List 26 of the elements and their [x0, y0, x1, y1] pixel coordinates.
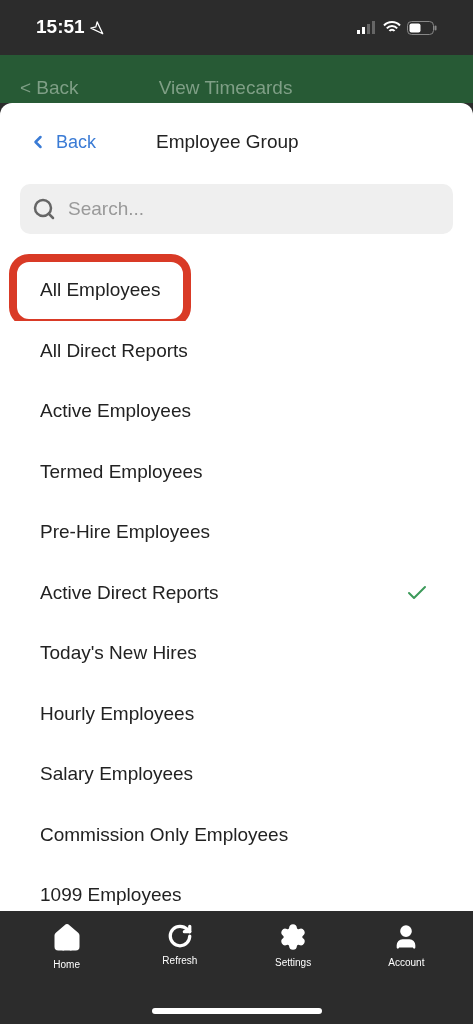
- group-label: Active Direct Reports: [40, 580, 219, 605]
- sheet-title: Employee Group: [156, 129, 299, 154]
- battery-icon: [407, 20, 437, 35]
- group-label: Hourly Employees: [40, 701, 195, 726]
- group-label: Termed Employees: [40, 459, 203, 484]
- location-icon: [88, 20, 104, 35]
- tab-bar-item[interactable]: Settings: [253, 923, 334, 972]
- group-label: 1099 Employees: [40, 883, 182, 907]
- group-label: Pre-Hire Employees: [40, 520, 210, 544]
- back-button[interactable]: Back: [28, 128, 97, 156]
- tab-bar-item[interactable]: Home: [26, 923, 107, 972]
- group-label: Commission Only Employees: [40, 822, 289, 847]
- group-label: Today's New Hires: [40, 641, 197, 665]
- signal-icon: [357, 21, 377, 34]
- home-icon: [51, 923, 82, 953]
- status-time: 15:51: [36, 15, 85, 40]
- search-icon: [32, 197, 56, 221]
- group-label: Salary Employees: [40, 762, 194, 786]
- refresh-icon: [166, 923, 193, 949]
- tab-bar-item[interactable]: Account: [366, 923, 447, 972]
- background-title: View Timecards: [158, 77, 293, 99]
- search-field[interactable]: Search...: [20, 184, 453, 234]
- group-label: All Direct Reports: [40, 338, 188, 363]
- wifi-icon: [383, 21, 401, 34]
- group-label: Active Employees: [40, 399, 191, 423]
- tab-bar-item[interactable]: Refresh: [139, 923, 220, 972]
